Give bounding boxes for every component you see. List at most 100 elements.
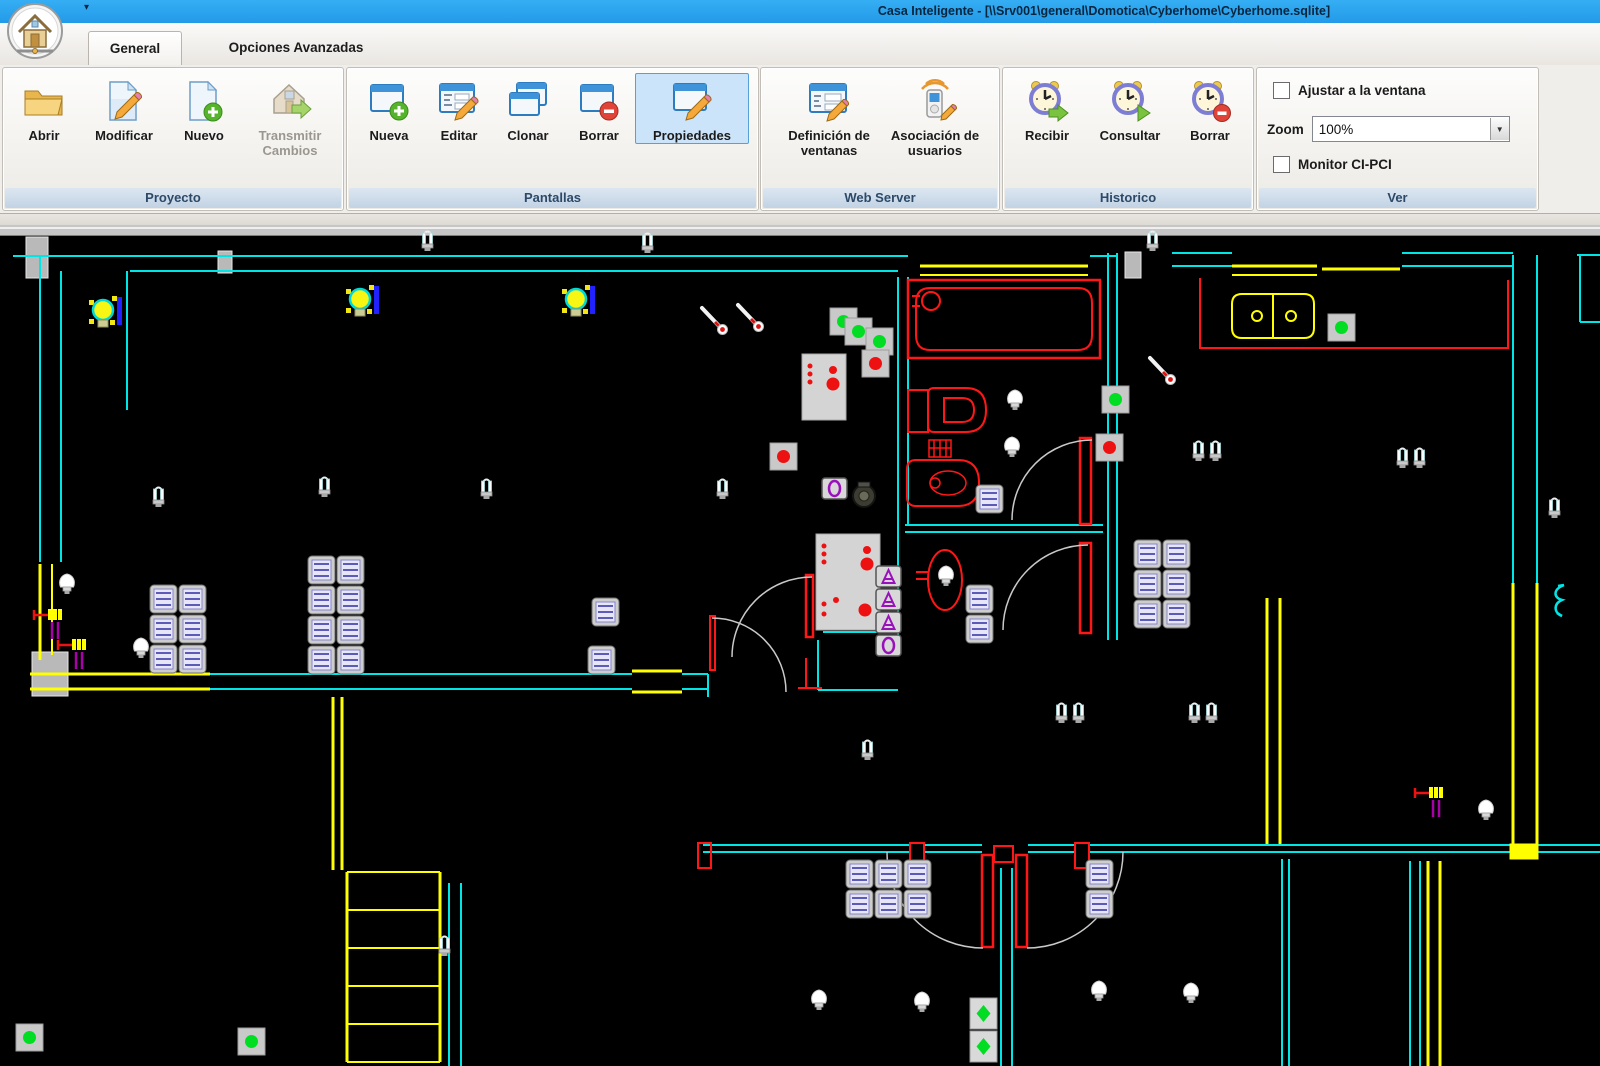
modificar-button[interactable]: Modificar xyxy=(79,73,169,144)
radiator-icon[interactable] xyxy=(846,860,931,918)
cfl-lamp-icon[interactable] xyxy=(319,478,330,498)
transmitir-cambios-button[interactable]: Transmitir Cambios xyxy=(241,73,339,159)
sensor-red-icon[interactable] xyxy=(862,350,889,377)
window-title: Casa Inteligente - [\\Srv001\general\Dom… xyxy=(878,0,1330,23)
propiedades-label: Propiedades xyxy=(653,128,731,143)
definicion-ventanas-button[interactable]: Definición de ventanas xyxy=(777,73,881,159)
clonar-button[interactable]: Clonar xyxy=(495,73,561,144)
lamp-off-icon[interactable] xyxy=(915,992,930,1012)
radiator-icon[interactable] xyxy=(308,556,364,674)
new-document-icon xyxy=(180,77,228,125)
fan-icon[interactable] xyxy=(1556,585,1565,616)
cfl-lamp-icon[interactable] xyxy=(439,937,450,957)
fixture xyxy=(1286,311,1296,321)
fixture xyxy=(1510,844,1538,859)
lamp-off-icon[interactable] xyxy=(812,990,827,1010)
window-definition-icon xyxy=(805,77,853,125)
lamp-off-icon[interactable] xyxy=(939,566,954,586)
sensor-green-icon[interactable] xyxy=(16,1024,43,1051)
sensor-red-icon[interactable] xyxy=(1096,434,1123,461)
light-on-icon[interactable] xyxy=(562,285,595,316)
cfl-lamp-pair-icon[interactable] xyxy=(1056,704,1084,724)
camera-icon[interactable] xyxy=(853,482,875,507)
lamp-off-icon[interactable] xyxy=(134,638,149,658)
floorplan-canvas[interactable] xyxy=(0,225,1600,1066)
cfl-lamp-pair-icon[interactable] xyxy=(1397,449,1425,469)
cfl-lamp-icon[interactable] xyxy=(1549,499,1560,519)
asociacion-label: Asociación de usuarios xyxy=(884,128,986,158)
radiator-icon[interactable] xyxy=(966,585,993,643)
fixture xyxy=(982,855,993,947)
lamp-off-icon[interactable] xyxy=(1005,437,1020,457)
fixture xyxy=(930,478,940,488)
ajustar-ventana-checkbox[interactable] xyxy=(1273,82,1290,99)
zoom-dropdown-arrow-icon[interactable]: ▼ xyxy=(1490,118,1509,140)
app-menu-button[interactable] xyxy=(5,1,65,61)
tab-general-label: General xyxy=(110,41,160,56)
thermometer-icon[interactable] xyxy=(738,305,764,332)
indicator-stack-icon[interactable] xyxy=(970,998,997,1062)
clone-window-icon xyxy=(504,77,552,125)
zoom-select[interactable]: 100% ▼ xyxy=(1312,116,1510,142)
abrir-label: Abrir xyxy=(28,128,59,143)
sensor-green-icon[interactable] xyxy=(1102,386,1129,413)
borrar-historico-label: Borrar xyxy=(1190,128,1230,143)
radiator-icon[interactable] xyxy=(1086,860,1113,918)
thermometer-icon[interactable] xyxy=(1150,358,1176,385)
lamp-off-icon[interactable] xyxy=(1479,800,1494,820)
ribbon: Abrir Modificar Nuevo Transmitir Cambios xyxy=(0,65,1600,213)
lamp-off-icon[interactable] xyxy=(1184,983,1199,1003)
radiator-icon[interactable] xyxy=(976,485,1003,513)
thermometer-icon[interactable] xyxy=(702,308,728,335)
sensor-red-icon[interactable] xyxy=(770,443,797,470)
cfl-lamp-pair-icon[interactable] xyxy=(1193,442,1221,462)
lamp-off-icon[interactable] xyxy=(1092,981,1107,1001)
propiedades-button[interactable]: Propiedades xyxy=(635,73,749,144)
shutter-control-icon[interactable] xyxy=(822,478,847,499)
editar-button[interactable]: Editar xyxy=(427,73,491,144)
keypad-icon[interactable] xyxy=(816,534,880,630)
sensor-green-icon[interactable] xyxy=(238,1028,265,1055)
asociacion-usuarios-button[interactable]: Asociación de usuarios xyxy=(883,73,987,159)
cfl-lamp-icon[interactable] xyxy=(481,480,492,500)
application-window: ▾ Casa Inteligente - [\\Srv001\general\D… xyxy=(0,0,1600,1066)
cfl-lamp-icon[interactable] xyxy=(862,741,873,761)
borrar-historico-button[interactable]: Borrar xyxy=(1177,73,1243,144)
clonar-label: Clonar xyxy=(507,128,548,143)
lamp-off-icon[interactable] xyxy=(60,574,75,594)
cfl-lamp-icon[interactable] xyxy=(153,488,164,508)
ribbon-group-web-server: Definición de ventanas Asociación de usu… xyxy=(760,67,1000,211)
radiator-icon[interactable] xyxy=(588,646,615,674)
sensor-green-icon[interactable] xyxy=(1328,314,1355,341)
edit-window-icon xyxy=(435,77,483,125)
lamp-off-icon[interactable] xyxy=(1008,390,1023,410)
radiator-icon[interactable] xyxy=(1134,540,1190,628)
transmit-house-icon xyxy=(266,77,314,125)
cfl-lamp-icon[interactable] xyxy=(642,234,653,254)
ribbon-group-historico: Recibir Consultar Borrar Historico xyxy=(1002,67,1254,211)
consultar-button[interactable]: Consultar xyxy=(1085,73,1175,144)
recibir-button[interactable]: Recibir xyxy=(1013,73,1081,144)
monitor-ci-pci-checkbox[interactable] xyxy=(1273,156,1290,173)
cfl-lamp-icon[interactable] xyxy=(717,480,728,500)
fixture xyxy=(908,390,928,432)
keypad-icon[interactable] xyxy=(802,354,846,420)
ribbon-tab-row: General Opciones Avanzadas xyxy=(0,23,1600,66)
radiator-icon[interactable] xyxy=(592,598,619,626)
consultar-label: Consultar xyxy=(1100,128,1161,143)
quick-access-caret-icon[interactable]: ▾ xyxy=(84,2,89,13)
borrar-pantalla-button[interactable]: Borrar xyxy=(567,73,631,144)
valve-icon[interactable] xyxy=(34,609,62,639)
valve-icon[interactable] xyxy=(1415,787,1443,817)
abrir-button[interactable]: Abrir xyxy=(11,73,77,144)
fixture xyxy=(908,280,1100,358)
nuevo-button[interactable]: Nuevo xyxy=(171,73,237,144)
radiator-icon[interactable] xyxy=(150,585,206,673)
nueva-button[interactable]: Nueva xyxy=(357,73,421,144)
light-on-icon[interactable] xyxy=(89,296,122,327)
light-on-icon[interactable] xyxy=(346,285,379,316)
group-caption-pantallas: Pantallas xyxy=(349,188,756,208)
tab-opciones-avanzadas[interactable]: Opciones Avanzadas xyxy=(196,31,396,64)
cfl-lamp-pair-icon[interactable] xyxy=(1189,704,1217,724)
tab-general[interactable]: General xyxy=(88,31,182,65)
